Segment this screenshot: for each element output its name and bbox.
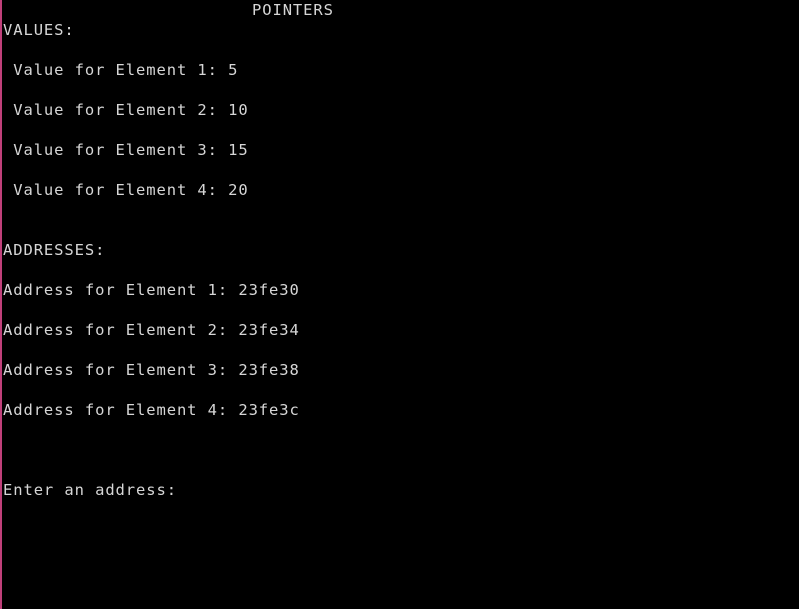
value-line-3: Value for Element 3: 15 bbox=[3, 141, 249, 159]
addresses-header: ADDRESSES: bbox=[3, 241, 106, 259]
value-line-1: Value for Element 1: 5 bbox=[3, 61, 239, 79]
value-line-4: Value for Element 4: 20 bbox=[3, 181, 249, 199]
address-line-3: Address for Element 3: 23fe38 bbox=[3, 361, 300, 379]
program-title: POINTERS bbox=[252, 1, 334, 19]
console-window[interactable]: POINTERS VALUES: Value for Element 1: 5 … bbox=[0, 0, 799, 609]
values-header: VALUES: bbox=[3, 21, 75, 39]
address-line-4: Address for Element 4: 23fe3c bbox=[3, 401, 300, 419]
value-line-2: Value for Element 2: 10 bbox=[3, 101, 249, 119]
address-line-2: Address for Element 2: 23fe34 bbox=[3, 321, 300, 339]
address-input[interactable] bbox=[174, 480, 474, 500]
address-prompt: Enter an address: bbox=[3, 481, 177, 499]
address-line-1: Address for Element 1: 23fe30 bbox=[3, 281, 300, 299]
